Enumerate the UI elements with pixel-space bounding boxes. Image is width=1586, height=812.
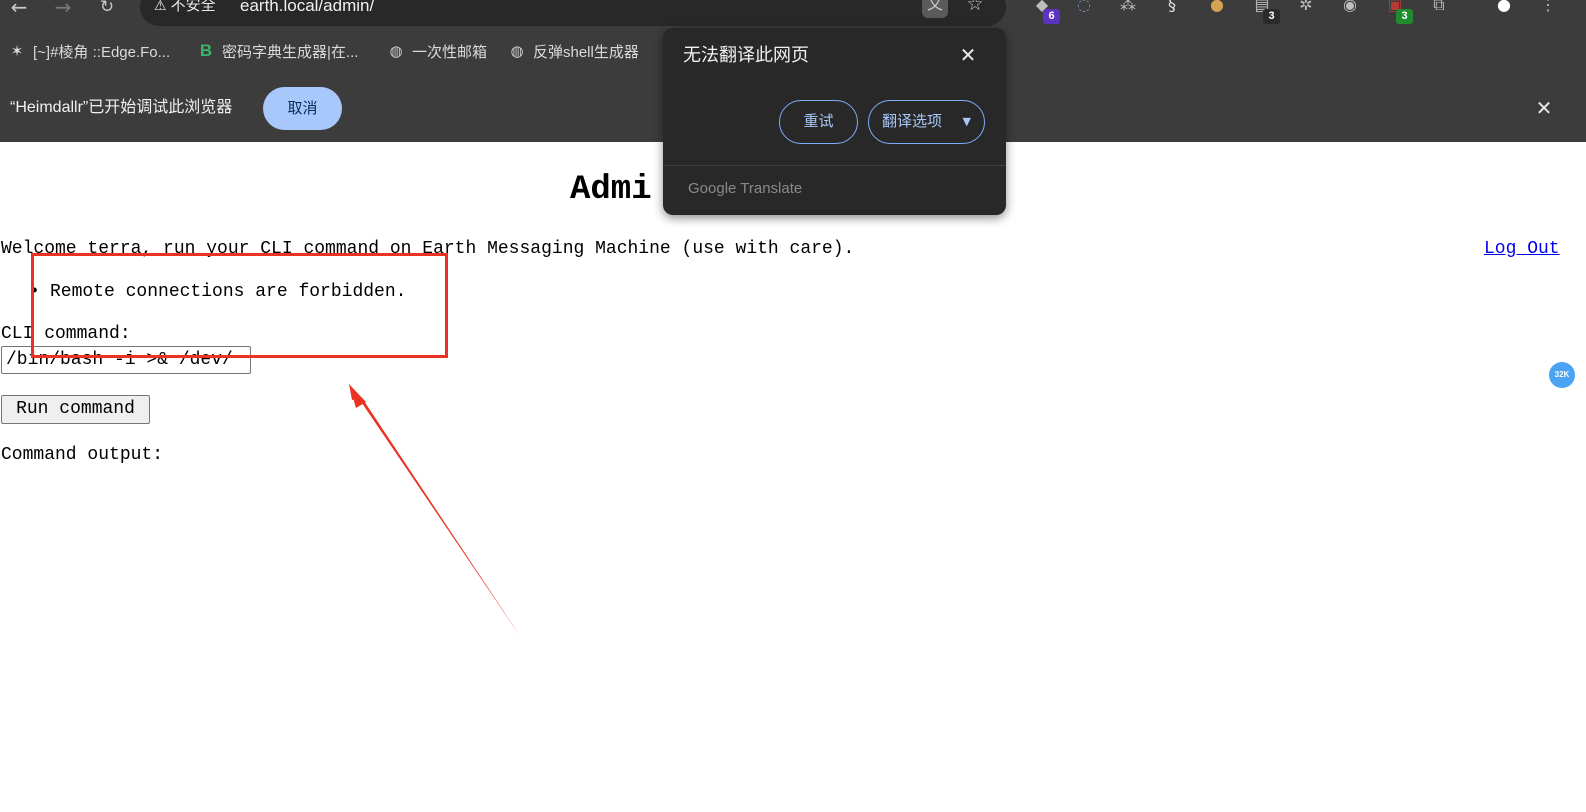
translate-popup: 无法翻译此网页 ✕ 重试 翻译选项 ▼ Google Translate [663, 28, 1006, 215]
extension-icon[interactable]: § [1160, 0, 1184, 18]
run-command-button[interactable]: Run command [1, 395, 150, 424]
extension-icon[interactable]: ✲ [1294, 0, 1318, 18]
browser-toolbar: ← → ↻ ⚠ 不安全 earth.local/admin/ 文 ☆ ◆ 6 ◌ … [0, 0, 1586, 30]
profile-avatar-icon[interactable]: ● [1492, 0, 1516, 18]
menu-kebab-icon[interactable]: ⋮ [1536, 0, 1560, 18]
b-logo-icon: B [199, 41, 213, 60]
infobar-message: “Heimdallr”已开始调试此浏览器 [10, 99, 233, 116]
globe-icon: ◍ [510, 42, 524, 60]
extension-icon[interactable]: ◆ 6 [1030, 0, 1060, 24]
translate-popup-title: 无法翻译此网页 [683, 45, 809, 65]
bookmark-item[interactable]: ✶ [~]#棱角 ::Edge.Fo... [8, 41, 170, 61]
extension-badge: 3 [1396, 9, 1413, 24]
bookmark-label: [~]#棱角 ::Edge.Fo... [33, 43, 171, 61]
bookmark-item[interactable]: ◍ 一次性邮箱 [387, 41, 487, 61]
logout-link[interactable]: Log Out [1484, 238, 1560, 260]
close-icon[interactable]: ✕ [1532, 96, 1556, 120]
bookmark-star-icon[interactable]: ☆ [962, 0, 988, 18]
security-label: 不安全 [170, 0, 216, 14]
close-icon[interactable]: ✕ [957, 44, 979, 66]
forward-arrow-icon[interactable]: → [50, 0, 76, 17]
extension-badge: 6 [1043, 9, 1060, 24]
google-translate-brand: Google Translate [688, 180, 803, 197]
popup-divider [663, 165, 1006, 166]
bookmark-label: 一次性邮箱 [412, 43, 488, 61]
extension-icon[interactable]: ◉ [1338, 0, 1362, 18]
retry-button[interactable]: 重试 [779, 100, 858, 144]
ninja-star-icon: ✶ [10, 42, 24, 60]
admin-page: Admi Welcome terra, run your CLI command… [0, 142, 1586, 812]
bookmark-label: 密码字典生成器|在... [222, 43, 359, 61]
puzzle-icon[interactable]: ⧉ [1427, 0, 1451, 18]
annotation-highlight-box [31, 253, 448, 358]
extension-icon[interactable]: ⁂ [1116, 0, 1140, 18]
back-arrow-icon[interactable]: ← [6, 0, 32, 17]
reload-icon[interactable]: ↻ [94, 0, 120, 16]
url-text[interactable]: earth.local/admin/ [240, 0, 374, 15]
extension-icon[interactable]: ▤ 3 [1250, 0, 1280, 24]
security-chip[interactable]: ⚠ 不安全 [148, 0, 222, 20]
floating-side-bubble[interactable]: 32K [1549, 362, 1575, 388]
page-title: Admi [570, 171, 652, 209]
infobar-cancel-button[interactable]: 取消 [263, 87, 342, 130]
translate-options-label: 翻译选项 [882, 113, 943, 130]
cookie-icon[interactable]: ● [1205, 0, 1229, 18]
globe-icon: ◍ [389, 42, 403, 60]
bookmark-item[interactable]: ◍ 反弹shell生成器 [508, 41, 639, 61]
translate-options-button[interactable]: 翻译选项 ▼ [868, 100, 985, 144]
command-output-label: Command output: [1, 445, 164, 465]
bookmark-item[interactable]: B 密码字典生成器|在... [197, 41, 359, 61]
extension-icon[interactable]: ◌ [1072, 0, 1096, 18]
extension-icon[interactable]: ▣ 3 [1383, 0, 1413, 24]
caret-down-icon: ▼ [962, 115, 971, 128]
extension-badge: 3 [1263, 9, 1280, 24]
warning-icon: ⚠ [154, 0, 167, 14]
bookmark-label: 反弹shell生成器 [533, 43, 639, 61]
translate-icon[interactable]: 文 [922, 0, 948, 18]
